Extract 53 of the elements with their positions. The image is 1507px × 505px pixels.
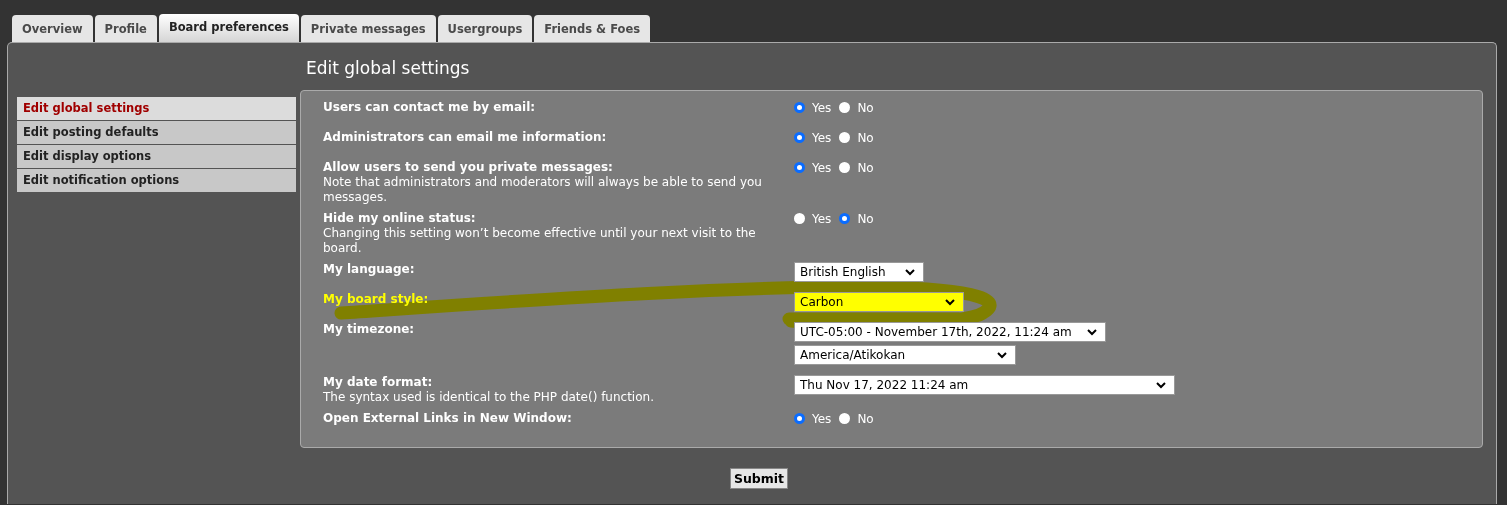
setting-explanation: Note that administrators and moderators will always be able to send you messages. bbox=[323, 175, 763, 205]
tab[interactable]: Private messages bbox=[300, 15, 436, 42]
setting-explanation: Changing this setting won’t become effective until your next visit to the board. bbox=[323, 226, 757, 256]
sidebar-item[interactable]: Edit notification options bbox=[17, 169, 296, 192]
radio-button[interactable] bbox=[839, 102, 851, 113]
radio-button[interactable] bbox=[794, 132, 805, 143]
caret-icon bbox=[1156, 381, 1166, 389]
tab[interactable]: Profile bbox=[94, 15, 157, 42]
radio-button[interactable] bbox=[794, 102, 805, 113]
radio-button[interactable] bbox=[839, 132, 851, 143]
setting-label: Hide my online status: bbox=[323, 211, 477, 226]
setting-label: My timezone: bbox=[323, 322, 416, 337]
sidebar-item[interactable]: Edit posting defaults bbox=[17, 121, 296, 144]
option-label: No bbox=[857, 160, 874, 175]
tab[interactable]: Usergroups bbox=[437, 15, 533, 42]
option-label: Yes bbox=[812, 411, 832, 426]
sidebar-item[interactable]: Edit global settings bbox=[17, 97, 296, 120]
caret-icon bbox=[1087, 328, 1097, 336]
setting-explanation: The syntax used is identical to the PHP date() function. bbox=[323, 390, 655, 405]
dropdown[interactable]: America/Atikokan bbox=[794, 345, 1016, 365]
option-label: No bbox=[857, 411, 874, 426]
option-label: No bbox=[857, 130, 874, 145]
caret-icon bbox=[945, 298, 955, 306]
tab[interactable]: Board preferences bbox=[158, 14, 299, 42]
page-title: Edit global settings bbox=[306, 57, 471, 80]
sidebar-item[interactable]: Edit display options bbox=[17, 145, 296, 168]
setting-label: Users can contact me by email: bbox=[323, 100, 537, 115]
option-label: Yes bbox=[812, 211, 832, 226]
caret-icon bbox=[905, 268, 915, 276]
radio-button[interactable] bbox=[839, 413, 851, 424]
option-label: No bbox=[857, 100, 874, 115]
setting-label: My date format: bbox=[323, 375, 434, 390]
dropdown[interactable]: Thu Nov 17, 2022 11:24 am bbox=[794, 375, 1175, 395]
radio-button[interactable] bbox=[794, 162, 805, 173]
radio-button[interactable] bbox=[794, 413, 805, 424]
setting-label: Allow users to send you private messages: bbox=[323, 160, 614, 175]
submit-button[interactable]: Submit bbox=[729, 468, 789, 489]
dropdown[interactable]: UTC-05:00 - November 17th, 2022, 11:24 am bbox=[794, 322, 1106, 342]
setting-label: My language: bbox=[323, 262, 416, 277]
dropdown[interactable]: Carbon bbox=[794, 292, 964, 312]
option-label: Yes bbox=[812, 130, 832, 145]
setting-label: Open External Links in New Window: bbox=[323, 411, 573, 426]
option-label: No bbox=[857, 211, 874, 226]
option-label: Yes bbox=[812, 160, 832, 175]
radio-button[interactable] bbox=[839, 213, 851, 224]
tab[interactable]: Overview bbox=[12, 15, 93, 42]
radio-button[interactable] bbox=[794, 213, 805, 224]
tab[interactable]: Friends & Foes bbox=[534, 15, 651, 42]
dropdown[interactable]: British English bbox=[794, 262, 924, 282]
setting-label: Administrators can email me information: bbox=[323, 130, 608, 145]
option-label: Yes bbox=[812, 100, 832, 115]
radio-button[interactable] bbox=[839, 162, 851, 173]
caret-icon bbox=[997, 351, 1007, 359]
